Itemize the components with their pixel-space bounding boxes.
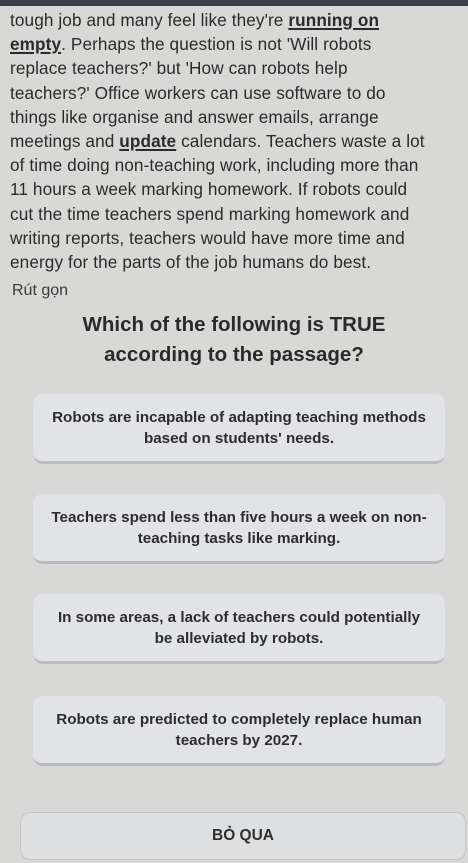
vocab-running-on[interactable]: running on (288, 10, 379, 30)
answer-option-label: Robots are predicted to completely repla… (56, 710, 422, 749)
passage-line: replace teachers?' but 'How can robots h… (10, 58, 348, 79)
passage-line: writing reports, teachers would have mor… (10, 227, 405, 248)
top-bar (0, 0, 468, 6)
skip-button-label: BỎ QUA (212, 827, 274, 844)
question-text: Which of the following is TRUE according… (0, 310, 468, 370)
passage-line: teachers?' Office workers can use softwa… (10, 82, 386, 103)
vocab-empty[interactable]: empty (10, 34, 61, 54)
skip-button[interactable]: BỎ QUA (20, 812, 466, 860)
passage-line: 11 hours a week marking homework. If rob… (10, 179, 408, 200)
vocab-update[interactable]: update (119, 131, 176, 151)
answer-option-2[interactable]: Teachers spend less than five hours a we… (33, 494, 445, 564)
answer-option-label: In some areas, a lack of teachers could … (57, 608, 421, 647)
answer-option-4[interactable]: Robots are predicted to completely repla… (33, 696, 445, 766)
answer-option-1[interactable]: Robots are incapable of adapting teachin… (33, 394, 445, 464)
answer-option-3[interactable]: In some areas, a lack of teachers could … (33, 594, 445, 664)
passage-line: meetings and update calendars. Teachers … (10, 131, 425, 152)
answer-option-label: Teachers spend less than five hours a we… (51, 508, 427, 547)
passage-line: cut the time teachers spend marking home… (10, 203, 410, 224)
passage-line: energy for the parts of the job humans d… (10, 252, 372, 273)
passage-line: of time doing non-teaching work, includi… (10, 155, 419, 176)
question-line-1: Which of the following is TRUE (82, 313, 386, 336)
question-line-2: according to the passage? (104, 343, 364, 366)
answer-option-label: Robots are incapable of adapting teachin… (52, 408, 426, 447)
passage-line: empty. Perhaps the question is not 'Will… (10, 34, 372, 55)
reading-passage: tough job and many feel like they're run… (10, 8, 462, 274)
collapse-link[interactable]: Rút gọn (12, 282, 68, 300)
passage-line: tough job and many feel like they're run… (10, 10, 380, 30)
passage-line: things like organise and answer emails, … (10, 106, 379, 127)
